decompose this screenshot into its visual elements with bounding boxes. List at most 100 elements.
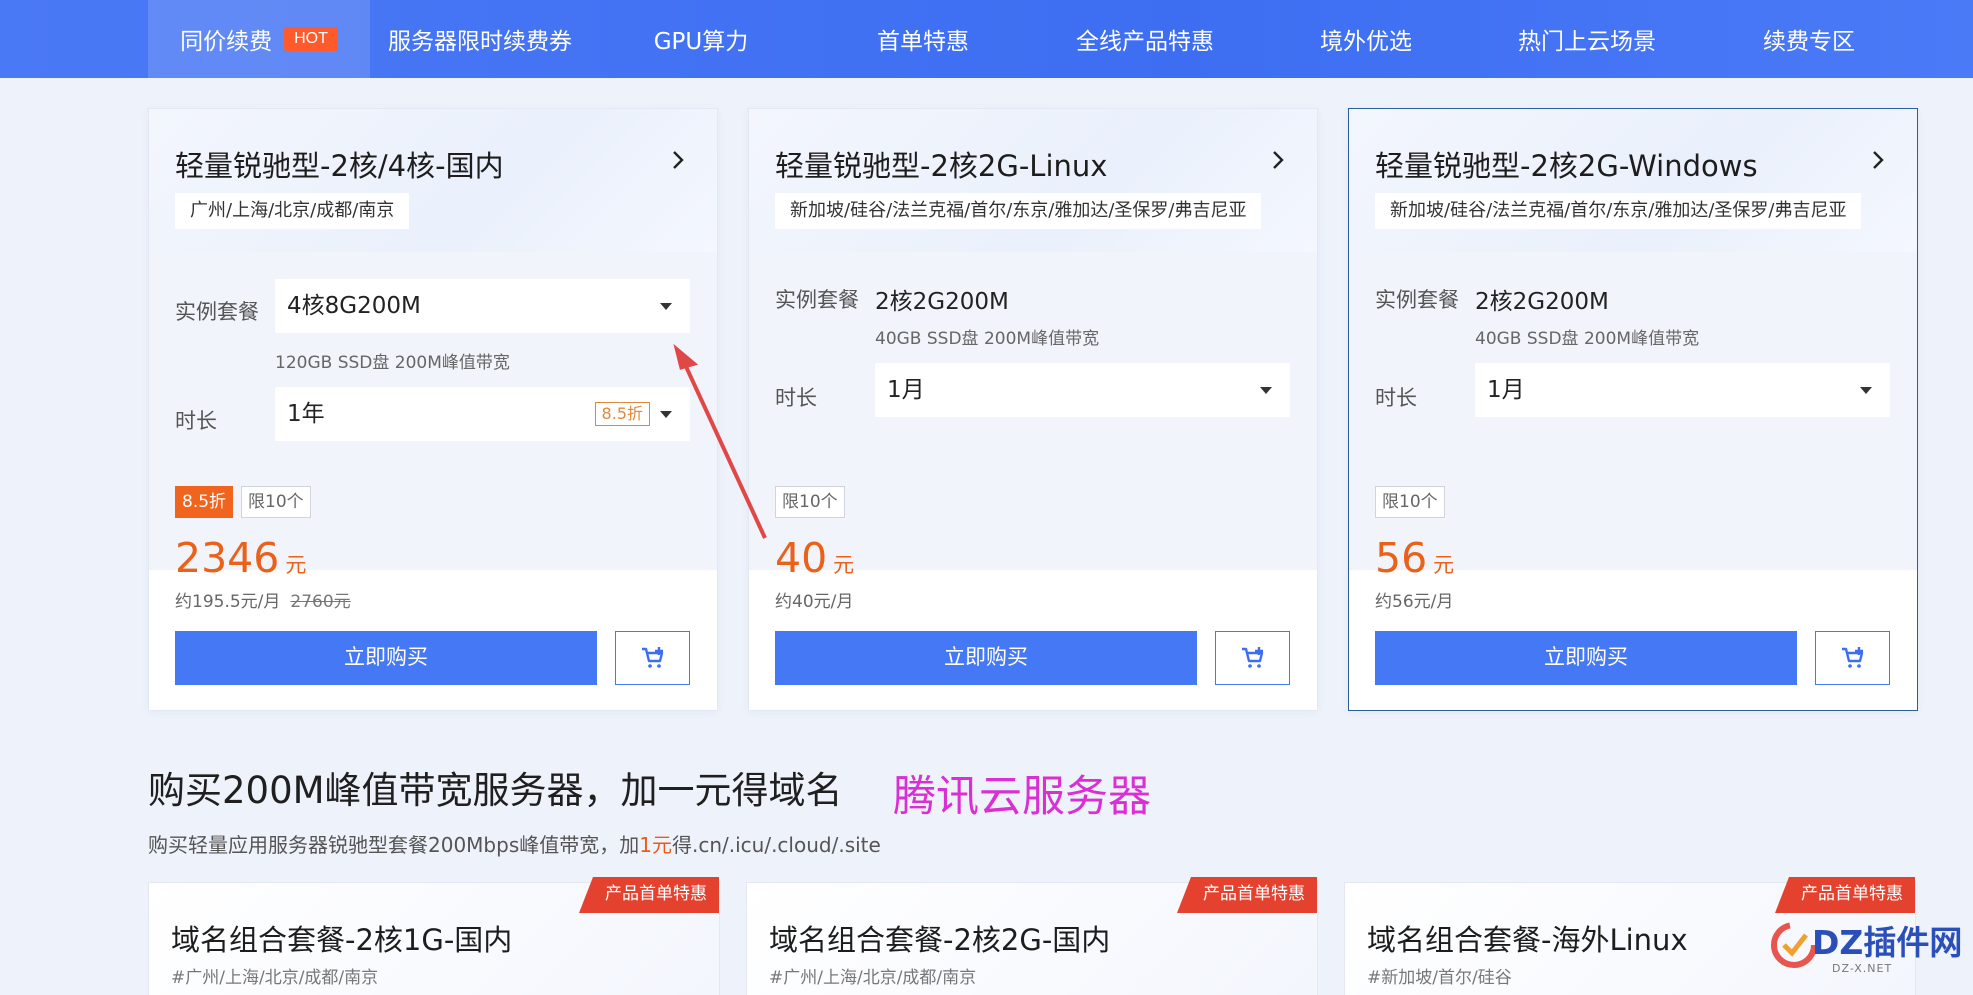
duration-select-value: 1年 [287, 401, 325, 427]
nav-tab-label: 全线产品特惠 [1076, 29, 1214, 55]
buy-now-button[interactable]: 立即购买 [175, 631, 597, 685]
buy-now-button[interactable]: 立即购买 [775, 631, 1197, 685]
watermark-text: DZ插件网 [1812, 923, 1963, 962]
nav-tab-label: 热门上云场景 [1518, 29, 1656, 55]
plan-label: 实例套餐 [775, 288, 859, 312]
card-config: 实例套餐 2核2G200M 40GB SSD盘 200M峰值带宽 时长 1月 [1349, 252, 1917, 570]
nav-tab-label: 续费专区 [1763, 29, 1855, 55]
plan-label: 实例套餐 [1375, 288, 1459, 312]
price-unit: 元 [833, 553, 855, 577]
nav-tab-label: 首单特惠 [877, 29, 969, 55]
nav-tab-label: 服务器限时续费券 [388, 29, 572, 55]
limit-tag: 限10个 [775, 486, 845, 518]
duration-label: 时长 [1375, 386, 1417, 410]
section-subtitle: 购买轻量应用服务器锐驰型套餐200Mbps峰值带宽，加1元得.cn/.icu/.… [148, 829, 881, 858]
bundle-card[interactable]: 产品首单特惠 域名组合套餐-2核2G-国内 #广州/上海/北京/成都/南京 [746, 877, 1318, 995]
duration-select[interactable]: 1月 [875, 363, 1290, 417]
bundle-region: #广州/上海/北京/成都/南京 [171, 968, 379, 988]
buy-now-button[interactable]: 立即购买 [1375, 631, 1797, 685]
bundle-title: 域名组合套餐-2核1G-国内 [171, 923, 513, 957]
duration-label: 时长 [175, 409, 217, 433]
price-value: 2346 [175, 534, 280, 582]
product-card: 轻量锐驰型-2核/4核-国内 广州/上海/北京/成都/南京 实例套餐 4核8G2… [148, 108, 718, 711]
duration-select-value: 1月 [887, 377, 925, 403]
top-nav: 同价续费 HOT 服务器限时续费券 GPU算力 首单特惠 全线产品特惠 境外优选… [0, 0, 1973, 78]
caret-down-icon [1860, 387, 1872, 394]
price-value: 40 [775, 534, 828, 582]
monthly-text: 约56元/月 [1375, 592, 1454, 612]
caret-down-icon [660, 411, 672, 418]
watermark-subtext: DZ-X.NET [1832, 962, 1893, 975]
monthly-text: 约40元/月 [775, 592, 854, 612]
hot-badge: HOT [284, 27, 338, 51]
cart-add-icon [641, 647, 663, 668]
region-list: 新加坡/硅谷/法兰克福/首尔/东京/雅加达/圣保罗/弗吉尼亚 [1375, 193, 1862, 229]
bundle-region: #新加坡/首尔/硅谷 [1367, 968, 1512, 988]
subtitle-text: 购买轻量应用服务器锐驰型套餐200Mbps峰值带宽，加 [148, 833, 640, 857]
chevron-right-icon[interactable] [1867, 149, 1889, 171]
chevron-right-icon[interactable] [1267, 149, 1289, 171]
product-card: 轻量锐驰型-2核2G-Linux 新加坡/硅谷/法兰克福/首尔/东京/雅加达/圣… [748, 108, 1318, 711]
card-header: 轻量锐驰型-2核2G-Linux 新加坡/硅谷/法兰克福/首尔/东京/雅加达/圣… [749, 109, 1317, 252]
subtitle-text: 得.cn/.icu/.cloud/.site [671, 833, 881, 857]
duration-select[interactable]: 1月 [1475, 363, 1890, 417]
monthly-price: 约195.5元/月 2760元 [175, 587, 351, 612]
add-to-cart-button[interactable] [615, 631, 690, 685]
nav-tab-first-order[interactable]: 首单特惠 [812, 0, 1034, 78]
region-list: 广州/上海/北京/成都/南京 [175, 193, 410, 229]
caret-down-icon [1260, 387, 1272, 394]
card-title[interactable]: 轻量锐驰型-2核/4核-国内 [175, 143, 504, 185]
plan-label: 实例套餐 [175, 300, 259, 324]
plan-select[interactable]: 4核8G200M [275, 279, 690, 333]
duration-label: 时长 [775, 386, 817, 410]
nav-tab-same-price-renew[interactable]: 同价续费 HOT [148, 0, 370, 78]
cart-add-icon [1241, 647, 1263, 668]
plan-spec: 120GB SSD盘 200M峰值带宽 [275, 353, 510, 373]
card-config: 实例套餐 2核2G200M 40GB SSD盘 200M峰值带宽 时长 1月 [749, 252, 1317, 570]
price: 2346 元 [175, 534, 306, 582]
bundle-card[interactable]: 产品首单特惠 域名组合套餐-2核1G-国内 #广州/上海/北京/成都/南京 [148, 877, 720, 995]
limit-tag: 限10个 [241, 486, 311, 518]
nav-tab-label: 同价续费 [180, 29, 273, 55]
section-title: 购买200M峰值带宽服务器，加一元得域名 [148, 769, 843, 812]
card-title[interactable]: 轻量锐驰型-2核2G-Linux [775, 143, 1107, 185]
plan-spec: 40GB SSD盘 200M峰值带宽 [1475, 329, 1700, 349]
bundle-title: 域名组合套餐-海外Linux [1367, 923, 1688, 957]
nav-tab-overseas[interactable]: 境外优选 [1256, 0, 1476, 78]
nav-tab-renew-zone[interactable]: 续费专区 [1698, 0, 1920, 78]
card-title[interactable]: 轻量锐驰型-2核2G-Windows [1375, 143, 1758, 185]
plan-value: 2核2G200M [1475, 289, 1609, 315]
bundle-title: 域名组合套餐-2核2G-国内 [769, 923, 1111, 957]
nav-tab-gpu[interactable]: GPU算力 [590, 0, 812, 78]
add-to-cart-button[interactable] [1815, 631, 1890, 685]
duration-select-value: 1月 [1487, 377, 1525, 403]
bundle-region: #广州/上海/北京/成都/南京 [769, 968, 977, 988]
caret-down-icon [660, 303, 672, 310]
chevron-right-icon[interactable] [667, 149, 689, 171]
nav-tab-hot-scenes[interactable]: 热门上云场景 [1476, 0, 1698, 78]
card-config: 实例套餐 4核8G200M 120GB SSD盘 200M峰值带宽 时长 1年 … [149, 252, 717, 570]
plan-select-value: 4核8G200M [287, 293, 421, 319]
plan-spec: 40GB SSD盘 200M峰值带宽 [875, 329, 1100, 349]
price: 40 元 [775, 534, 854, 582]
card-header: 轻量锐驰型-2核2G-Windows 新加坡/硅谷/法兰克福/首尔/东京/雅加达… [1349, 109, 1917, 252]
card-header: 轻量锐驰型-2核/4核-国内 广州/上海/北京/成都/南京 [149, 109, 717, 252]
nav-tab-label: GPU算力 [653, 29, 749, 55]
first-order-ribbon: 产品首单特惠 [1177, 877, 1317, 913]
discount-tag: 8.5折 [175, 486, 234, 518]
original-price: 2760元 [290, 592, 351, 612]
product-card: 轻量锐驰型-2核2G-Windows 新加坡/硅谷/法兰克福/首尔/东京/雅加达… [1348, 108, 1918, 711]
nav-tab-renew-coupon[interactable]: 服务器限时续费券 [370, 0, 590, 78]
cart-add-icon [1841, 647, 1863, 668]
limit-tag: 限10个 [1375, 486, 1445, 518]
nav-tab-label: 境外优选 [1320, 29, 1412, 55]
nav-tab-all-products[interactable]: 全线产品特惠 [1034, 0, 1256, 78]
duration-discount-badge: 8.5折 [594, 402, 650, 426]
add-to-cart-button[interactable] [1215, 631, 1290, 685]
plan-value: 2核2G200M [875, 289, 1009, 315]
first-order-ribbon: 产品首单特惠 [579, 877, 719, 913]
subtitle-highlight: 1元 [639, 833, 672, 857]
duration-select[interactable]: 1年 8.5折 [275, 387, 690, 441]
price: 56 元 [1375, 534, 1454, 582]
price-unit: 元 [285, 553, 307, 577]
